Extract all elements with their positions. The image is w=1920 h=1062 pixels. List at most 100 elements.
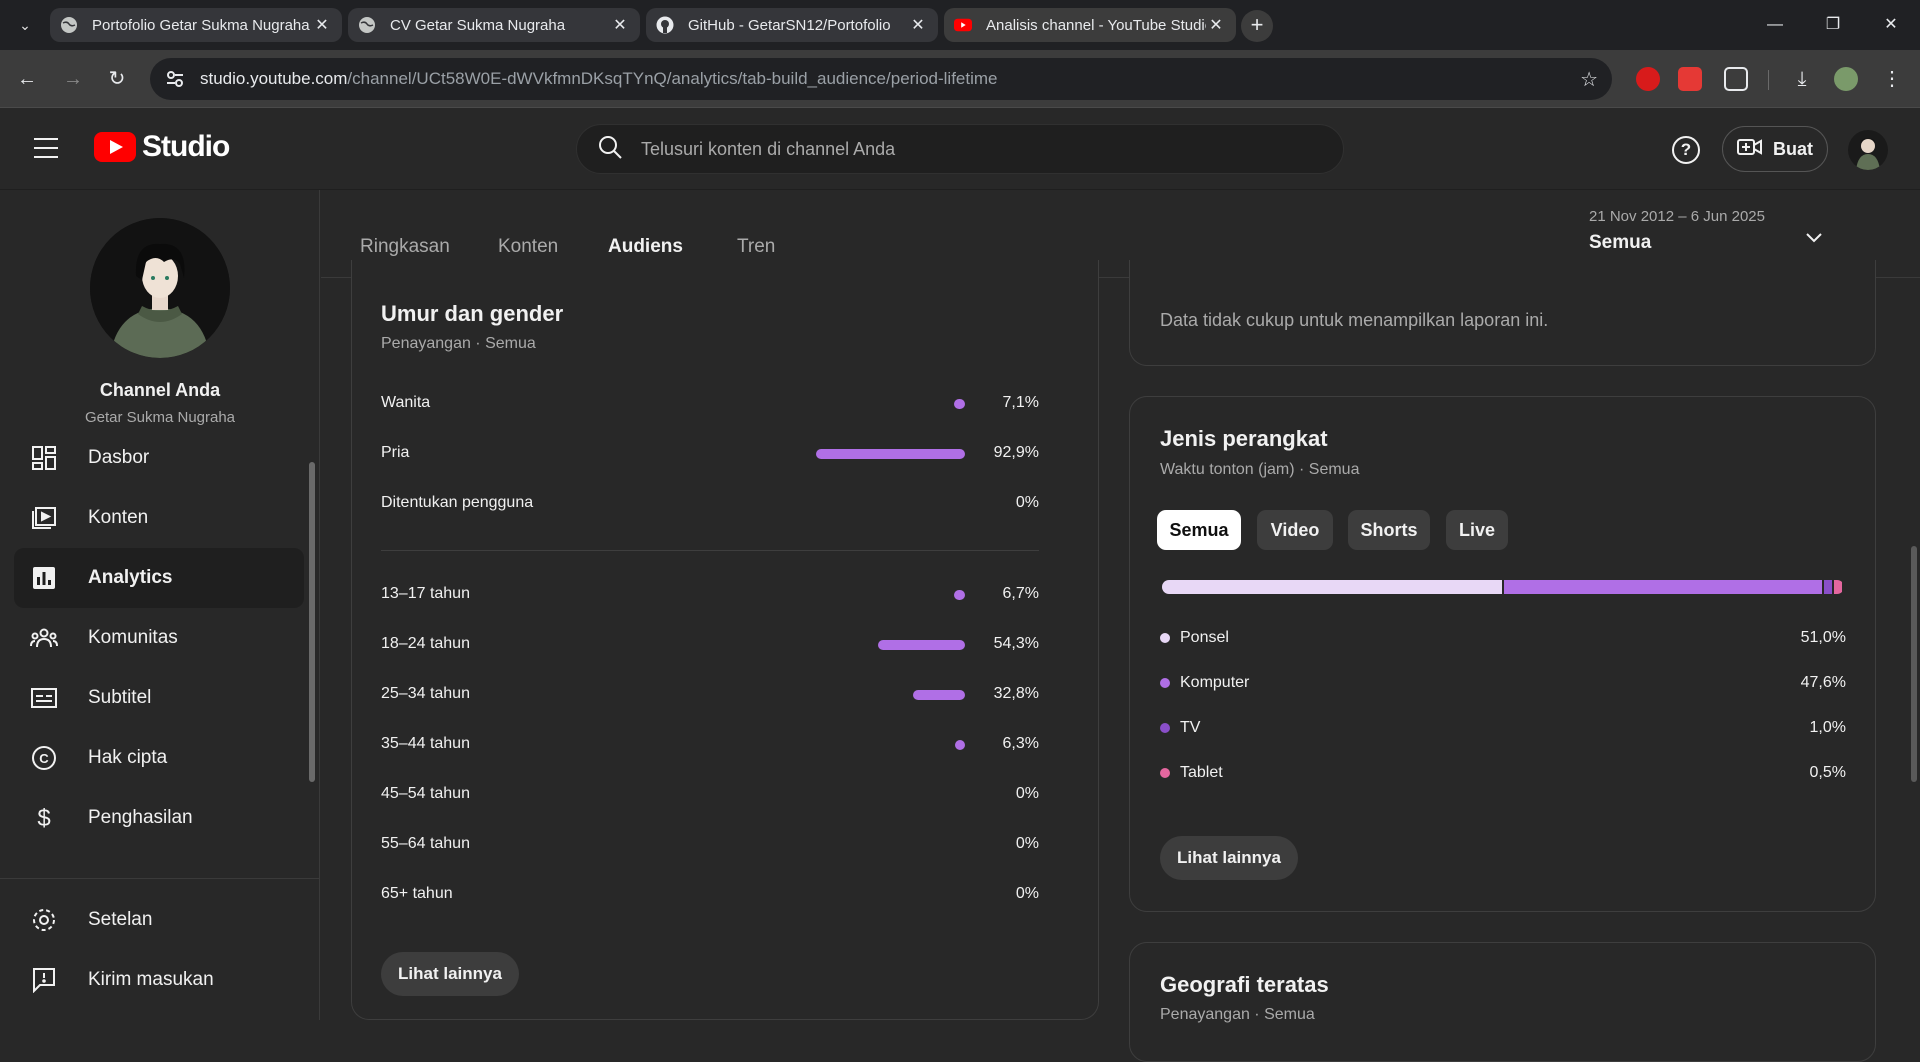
new-tab-button[interactable]: + — [1241, 10, 1273, 42]
tab-title: CV Getar Sukma Nugraha — [390, 16, 566, 34]
row-label: 25–34 tahun — [381, 685, 470, 702]
browser-tab-active[interactable]: Analisis channel - YouTube Studio ✕ — [944, 8, 1236, 42]
studio-logo[interactable]: Studio — [94, 130, 230, 164]
sidebar-item-label: Dasbor — [88, 447, 150, 468]
date-range-label[interactable]: 21 Nov 2012 – 6 Jun 2025 — [1589, 208, 1765, 225]
chip-live[interactable]: Live — [1446, 510, 1508, 550]
browser-tab[interactable]: GitHub - GetarSN12/Portofolio ✕ — [646, 8, 938, 42]
account-avatar[interactable] — [1848, 130, 1888, 170]
forward-icon[interactable]: → — [58, 64, 88, 94]
analytics-icon — [30, 564, 58, 592]
tab-title: GitHub - GetarSN12/Portofolio — [688, 16, 891, 34]
browser-menu-icon[interactable]: ⋮ — [1880, 67, 1904, 91]
reload-icon[interactable]: ↻ — [102, 64, 132, 94]
device-share-segment — [1504, 580, 1823, 594]
youtube-logo-icon — [94, 132, 136, 162]
main-scrollbar[interactable] — [1911, 546, 1917, 782]
search-input[interactable] — [641, 138, 1281, 160]
row-label: 18–24 tahun — [381, 635, 470, 652]
date-range-value[interactable]: Semua — [1589, 232, 1651, 254]
sidebar-scrollbar[interactable] — [309, 462, 315, 782]
device-type-title: Jenis perangkat — [1160, 426, 1328, 451]
restore-icon[interactable]: ❐ — [1818, 12, 1848, 38]
logo-text: Studio — [142, 130, 230, 163]
close-icon[interactable]: ✕ — [312, 15, 332, 35]
sidebar-item-label: Subtitel — [88, 687, 152, 708]
site-info-icon[interactable] — [164, 68, 186, 90]
profile-avatar-icon[interactable] — [1834, 67, 1858, 91]
youtube-icon — [954, 16, 972, 34]
age-gender-divider — [381, 550, 1039, 551]
chip-video[interactable]: Video — [1257, 510, 1333, 550]
extension-icon[interactable] — [1678, 67, 1702, 91]
address-bar[interactable]: studio.youtube.com/channel/UCt58W0E-dWVk… — [150, 58, 1612, 100]
sidebar-item-analytics[interactable]: Analytics — [14, 548, 304, 608]
row-value: 0% — [1015, 785, 1039, 802]
sidebar-item-earn[interactable]: $ Penghasilan — [14, 788, 304, 848]
row-value: 0,5% — [1809, 764, 1846, 781]
chip-all[interactable]: Semua — [1157, 510, 1241, 550]
row-value: 54,3% — [993, 635, 1039, 652]
sidebar-item-settings[interactable]: Setelan — [14, 890, 304, 950]
row-label: 45–54 tahun — [381, 785, 470, 802]
puzzle-extensions-icon[interactable] — [1724, 67, 1748, 91]
list-item: 55–64 tahun 0% — [381, 833, 1039, 857]
percentage-bar — [955, 740, 965, 750]
row-label: Ditentukan pengguna — [381, 494, 534, 511]
row-value: 32,8% — [993, 685, 1039, 702]
row-value: 6,3% — [1002, 735, 1039, 752]
create-button[interactable]: Buat — [1722, 126, 1828, 172]
legend-dot — [1160, 723, 1170, 733]
sidebar-item-label: Komunitas — [88, 627, 178, 648]
content-icon — [30, 504, 58, 532]
sidebar-item-subtitles[interactable]: Subtitel — [14, 668, 304, 728]
bookmark-star-icon[interactable]: ☆ — [1580, 67, 1598, 92]
minimize-icon[interactable]: — — [1760, 12, 1790, 38]
percentage-bar — [954, 399, 965, 409]
sidebar-item-label: Analytics — [88, 567, 173, 588]
close-icon[interactable]: ✕ — [908, 15, 928, 35]
toolbar-separator — [1768, 70, 1769, 90]
help-icon[interactable]: ? — [1672, 136, 1700, 164]
close-window-icon[interactable]: ✕ — [1876, 12, 1906, 38]
back-icon[interactable]: ← — [12, 64, 42, 94]
close-icon[interactable]: ✕ — [1206, 15, 1226, 35]
sidebar-item-label: Konten — [88, 507, 149, 528]
channel-avatar[interactable] — [90, 218, 230, 358]
tab-search-chevron-icon[interactable]: ⌄ — [10, 12, 40, 38]
feedback-icon — [30, 966, 58, 994]
studio-header: Studio ? Buat — [0, 108, 1920, 190]
chip-shorts[interactable]: Shorts — [1348, 510, 1430, 550]
browser-tab[interactable]: Portofolio Getar Sukma Nugraha ✕ — [50, 8, 342, 42]
list-item: 45–54 tahun 0% — [381, 783, 1039, 807]
sidebar-item-dashboard[interactable]: Dasbor — [14, 428, 304, 488]
chevron-down-icon[interactable] — [1801, 224, 1827, 250]
download-icon[interactable]: ⤓ — [1790, 67, 1814, 91]
browser-tab-bar: ⌄ Portofolio Getar Sukma Nugraha ✕ CV Ge… — [0, 0, 1920, 50]
search-bar[interactable] — [576, 124, 1344, 174]
list-item: 35–44 tahun 6,3% — [381, 733, 1039, 757]
insufficient-data-message: Data tidak cukup untuk menampilkan lapor… — [1160, 310, 1549, 330]
copyright-icon: C — [30, 744, 58, 772]
sidebar-item-label: Kirim masukan — [88, 969, 214, 990]
sidebar-item-feedback[interactable]: Kirim masukan — [14, 950, 304, 1010]
row-label: Komputer — [1180, 674, 1250, 691]
row-label: Pria — [381, 444, 410, 461]
extension-icon[interactable] — [1636, 67, 1660, 91]
sidebar-item-label: Hak cipta — [88, 747, 168, 768]
sidebar-item-copyright[interactable]: C Hak cipta — [14, 728, 304, 788]
url-text: studio.youtube.com/channel/UCt58W0E-dWVk… — [200, 69, 998, 88]
sidebar-item-content[interactable]: Konten — [14, 488, 304, 548]
sidebar-item-community[interactable]: Komunitas — [14, 608, 304, 668]
device-share-bar — [1162, 580, 1844, 594]
see-more-age-button[interactable]: Lihat lainnya — [381, 952, 519, 996]
list-item: TV 1,0% — [1160, 716, 1846, 740]
legend-dot — [1160, 768, 1170, 778]
see-more-device-button[interactable]: Lihat lainnya — [1160, 836, 1298, 880]
list-item: 65+ tahun 0% — [381, 883, 1039, 907]
browser-tab[interactable]: CV Getar Sukma Nugraha ✕ — [348, 8, 640, 42]
close-icon[interactable]: ✕ — [610, 15, 630, 35]
percentage-bar — [878, 640, 965, 650]
hamburger-menu-icon[interactable] — [34, 138, 58, 158]
list-item: Tablet 0,5% — [1160, 761, 1846, 785]
